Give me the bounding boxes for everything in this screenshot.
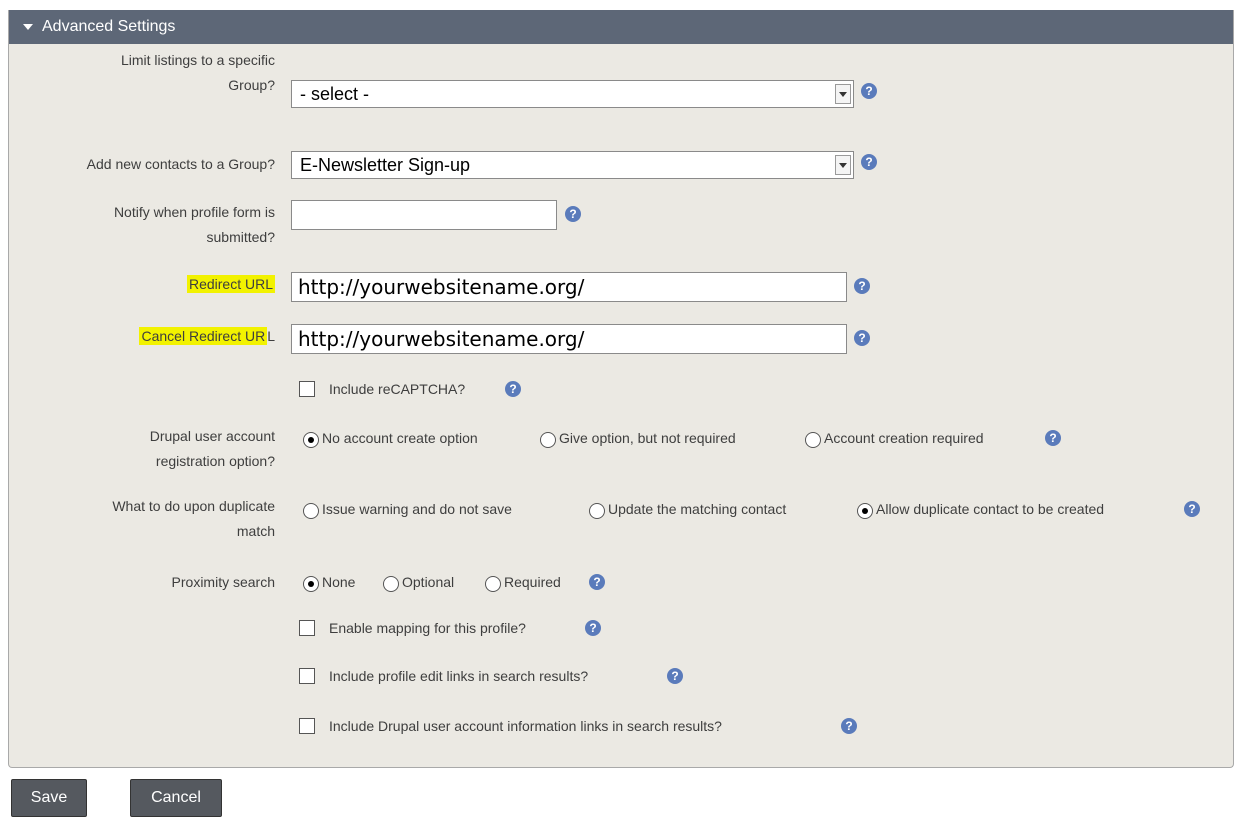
cancel-redirect-url-label: Cancel Redirect UR L — [139, 327, 275, 345]
edit-links-checkbox[interactable] — [299, 668, 315, 684]
edit-links-label: Include profile edit links in search res… — [329, 668, 589, 684]
collapse-triangle-icon[interactable] — [23, 24, 33, 30]
limit-group-select[interactable]: - select - — [291, 80, 854, 108]
option-label: Optional — [402, 574, 455, 590]
drupal-links-checkbox[interactable] — [299, 718, 315, 734]
radio-proximity-none[interactable] — [303, 576, 319, 592]
limit-group-label: Limit listings to a specific Group? — [120, 52, 275, 93]
radio-allow-duplicate[interactable] — [857, 503, 873, 519]
recaptcha-checkbox[interactable] — [299, 381, 315, 397]
recaptcha-label: Include reCAPTCHA? — [329, 381, 466, 397]
help-icon[interactable]: ? — [854, 330, 870, 346]
add-group-value: E-Newsletter Sign-up — [300, 155, 471, 175]
mapping-label: Enable mapping for this profile? — [329, 620, 526, 636]
cancel-button[interactable]: Cancel — [130, 779, 222, 817]
option-label: Account creation required — [824, 430, 984, 446]
help-icon[interactable]: ? — [585, 620, 601, 636]
radio-proximity-required[interactable] — [485, 576, 501, 592]
advanced-settings-panel: Advanced Settings Limit listings to a sp… — [8, 10, 1234, 768]
save-button[interactable]: Save — [11, 779, 87, 817]
chevron-down-icon[interactable] — [835, 155, 851, 175]
help-icon[interactable]: ? — [1184, 501, 1200, 517]
radio-update-matching[interactable] — [589, 503, 605, 519]
add-group-select[interactable]: E-Newsletter Sign-up — [291, 151, 854, 179]
redirect-url-label: Redirect URL — [186, 275, 275, 293]
help-icon[interactable]: ? — [589, 574, 605, 590]
redirect-url-input[interactable]: http://yourwebsitename.org/ — [291, 272, 847, 302]
option-label: No account create option — [322, 430, 478, 446]
add-group-label: Add new contacts to a Group? — [86, 156, 275, 172]
option-label: Issue warning and do not save — [322, 501, 512, 517]
panel-header[interactable]: Advanced Settings — [9, 10, 1233, 44]
help-icon[interactable]: ? — [505, 381, 521, 397]
panel-title: Advanced Settings — [42, 18, 176, 35]
notify-input[interactable] — [291, 200, 557, 230]
help-icon[interactable]: ? — [861, 154, 877, 170]
limit-group-value: - select - — [300, 84, 370, 104]
mapping-checkbox[interactable] — [299, 620, 315, 636]
proximity-search-label: Proximity search — [171, 574, 275, 590]
drupal-links-label: Include Drupal user account information … — [329, 718, 722, 734]
chevron-down-icon[interactable] — [835, 84, 851, 104]
drupal-registration-label: Drupal user account registration option? — [149, 428, 275, 469]
option-label: Allow duplicate contact to be created — [876, 501, 1105, 517]
radio-give-option[interactable] — [540, 432, 556, 448]
cancel-redirect-url-input[interactable]: http://yourwebsitename.org/ — [291, 324, 847, 354]
notify-label: Notify when profile form is submitted? — [113, 204, 275, 245]
help-icon[interactable]: ? — [667, 668, 683, 684]
help-icon[interactable]: ? — [861, 83, 877, 99]
help-icon[interactable]: ? — [565, 206, 581, 222]
option-label: Give option, but not required — [559, 430, 736, 446]
help-icon[interactable]: ? — [841, 718, 857, 734]
help-icon[interactable]: ? — [854, 278, 870, 294]
radio-proximity-optional[interactable] — [383, 576, 399, 592]
radio-account-required[interactable] — [805, 432, 821, 448]
radio-issue-warning[interactable] — [303, 503, 319, 519]
option-label: Update the matching contact — [608, 501, 787, 517]
help-icon[interactable]: ? — [1045, 430, 1061, 446]
option-label: None — [322, 574, 356, 590]
duplicate-match-label: What to do upon duplicate match — [112, 498, 275, 539]
option-label: Required — [504, 574, 561, 590]
radio-no-account[interactable] — [303, 432, 319, 448]
